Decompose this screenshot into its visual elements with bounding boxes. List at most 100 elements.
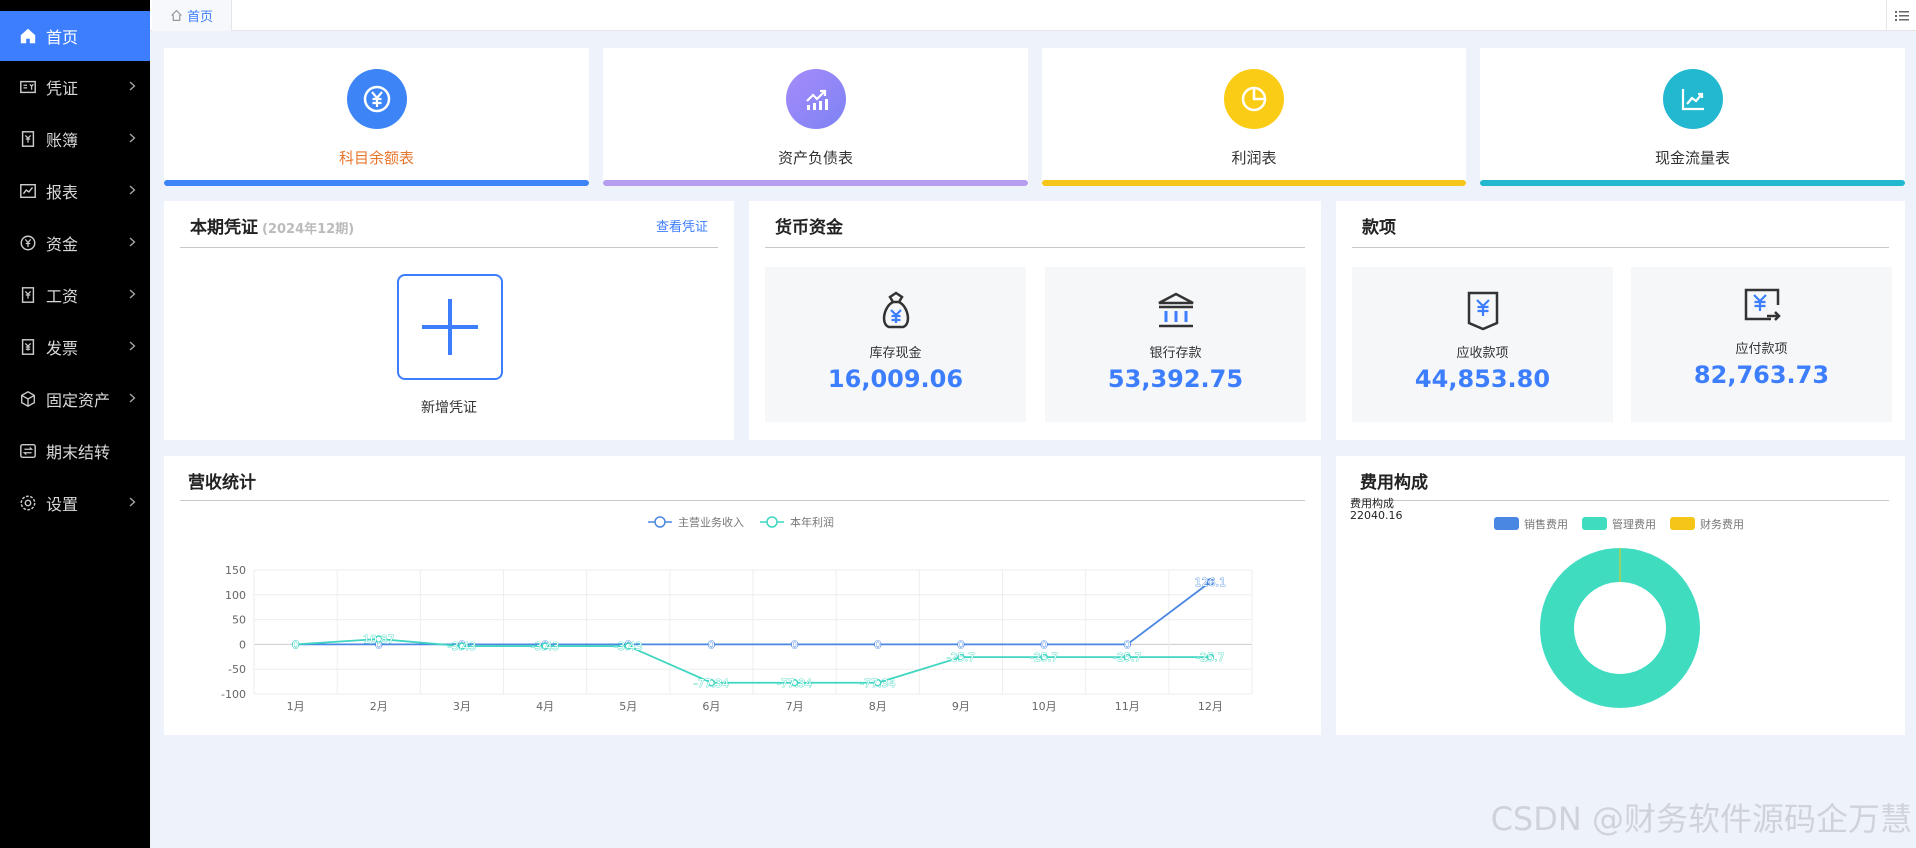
data-label: -25.7	[947, 651, 975, 664]
view-vouchers-link[interactable]: 查看凭证	[656, 216, 708, 235]
line-chart-icon	[1662, 69, 1723, 129]
fund-amount: 53,392.75	[1107, 365, 1244, 393]
fund-amount: 82,763.73	[1693, 361, 1830, 389]
add-voucher-button[interactable]	[397, 274, 503, 380]
legend-label: 本年利润	[790, 515, 834, 529]
list-icon	[1894, 10, 1909, 21]
legend-item[interactable]: 财务费用	[1670, 517, 1744, 531]
sidebar-item-label: 期末结转	[46, 443, 111, 462]
sidebar-item-label: 首页	[46, 28, 79, 47]
chevron-right-icon	[129, 235, 136, 251]
sidebar-item-2[interactable]: 账簿	[0, 113, 150, 165]
chevron-right-icon	[129, 287, 136, 303]
sidebar-item-3[interactable]: 报表	[0, 165, 150, 217]
report-card-bar	[603, 180, 1028, 186]
sidebar-item-1[interactable]: 凭证	[0, 61, 150, 113]
divider	[765, 247, 1305, 248]
section-title: 本期凭证 (2024年12期)	[190, 218, 355, 238]
fund-label: 应收款项	[1456, 346, 1509, 361]
menu-toggle-button[interactable]	[1886, 0, 1916, 31]
watermark: CSDN @财务软件源码企万慧	[1490, 800, 1912, 838]
divider	[1352, 247, 1889, 248]
sidebar-item-label: 资金	[46, 235, 79, 254]
report-card-balance-sheet[interactable]: 资产负债表	[603, 48, 1028, 186]
legend-item[interactable]: 管理费用	[1582, 517, 1656, 531]
sidebar-item-6[interactable]: 发票	[0, 321, 150, 373]
legend-label: 管理费用	[1612, 517, 1656, 531]
report-card-balance[interactable]: 科目余额表	[164, 48, 589, 186]
x-tick-label: 9月	[952, 700, 970, 713]
data-label: 0	[292, 638, 299, 651]
data-label: -77.34	[860, 677, 895, 690]
fund-label: 应付款项	[1735, 342, 1788, 357]
payments-panel: 款项 应收款项 44,853.80 应付款项 82,763.73	[1336, 201, 1905, 440]
sidebar-item-0[interactable]: 首页	[0, 11, 150, 61]
voucher-panel: 本期凭证 (2024年12期) 查看凭证 新增凭证	[164, 201, 734, 440]
data-label: -25.7	[1113, 651, 1141, 664]
chevron-right-icon	[129, 79, 136, 95]
report-card-label: 资产负债表	[777, 149, 853, 167]
bank-icon	[1157, 292, 1194, 328]
legend-label: 财务费用	[1700, 517, 1744, 531]
bank-deposit-box[interactable]: 银行存款 53,392.75	[1045, 267, 1306, 422]
receivable-icon	[1467, 291, 1498, 331]
chevron-right-icon	[129, 391, 136, 407]
expense-donut-chart: 销售费用 管理费用 财务费用	[1494, 517, 1744, 708]
report-icon	[18, 181, 38, 201]
donut-slice[interactable]	[1540, 548, 1700, 708]
divider	[180, 247, 718, 248]
x-tick-label: 7月	[786, 700, 804, 713]
cash-on-hand-box[interactable]: 库存现金 16,009.06	[765, 267, 1026, 422]
salary-icon	[18, 285, 38, 305]
home-icon	[171, 9, 182, 21]
x-tick-label: 11月	[1115, 700, 1140, 713]
data-label: -3.43	[448, 640, 476, 653]
tab-home[interactable]: 首页	[152, 0, 232, 31]
legend-marker	[654, 516, 666, 528]
pie-icon	[1224, 69, 1284, 129]
tab-bar: 首页	[150, 0, 1916, 31]
x-tick-label: 4月	[536, 700, 554, 713]
transfer-icon	[18, 441, 38, 461]
trend-icon	[785, 69, 846, 129]
data-label: 0	[708, 638, 715, 651]
report-card-bar	[1480, 180, 1905, 186]
sidebar-item-9[interactable]: 设置	[0, 477, 150, 529]
fund-amount: 44,853.80	[1414, 365, 1551, 393]
report-card-income[interactable]: 利润表	[1042, 48, 1466, 186]
x-tick-label: 8月	[869, 700, 887, 713]
sidebar-item-5[interactable]: 工资	[0, 269, 150, 321]
payables-box[interactable]: 应付款项 82,763.73	[1631, 267, 1892, 422]
legend-item[interactable]: 销售费用	[1494, 517, 1568, 531]
add-voucher-label: 新增凭证	[421, 400, 477, 416]
legend-label: 主营业务收入	[678, 515, 744, 529]
fund-label: 银行存款	[1149, 346, 1202, 361]
sidebar-item-7[interactable]: 固定资产	[0, 373, 150, 425]
y-tick-label: -50	[228, 663, 246, 676]
chevron-right-icon	[129, 183, 136, 199]
receivables-box[interactable]: 应收款项 44,853.80	[1352, 267, 1613, 422]
data-label: 0	[1124, 638, 1131, 651]
money-bag-icon	[882, 291, 909, 329]
report-card-bar	[1042, 180, 1466, 186]
cash-panel: 货币资金 库存现金 16,009.06 银行存款 53,392.75	[749, 201, 1321, 440]
sidebar-item-label: 发票	[46, 339, 79, 358]
period-label: (2024年12期)	[262, 222, 355, 237]
payable-icon	[1744, 288, 1781, 321]
data-label: -25.7	[1196, 651, 1224, 664]
section-title: 款项	[1362, 218, 1396, 238]
fund-amount: 16,009.06	[827, 365, 964, 393]
chevron-right-icon	[129, 495, 136, 511]
sidebar-item-4[interactable]: 资金	[0, 217, 150, 269]
plus-icon	[422, 299, 478, 355]
legend-item[interactable]: 本年利润	[760, 515, 834, 529]
legend-item[interactable]: 主营业务收入	[648, 515, 744, 529]
legend-swatch	[1494, 517, 1519, 530]
report-card-cashflow[interactable]: 现金流量表	[1480, 48, 1905, 186]
data-label: 126.1	[1195, 576, 1227, 589]
sidebar-item-8[interactable]: 期末结转	[0, 425, 150, 477]
voucher-icon	[18, 77, 38, 97]
data-label: -3.43	[614, 640, 642, 653]
sidebar-item-label: 账簿	[46, 131, 79, 150]
y-tick-label: -100	[221, 688, 246, 701]
